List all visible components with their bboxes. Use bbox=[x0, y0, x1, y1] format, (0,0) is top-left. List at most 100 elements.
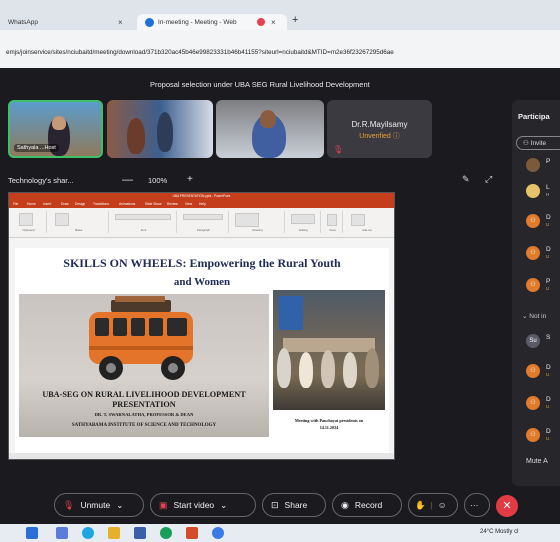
ribbon-group-label: Voice bbox=[329, 228, 336, 232]
store-icon[interactable] bbox=[134, 527, 146, 539]
avatar: Su bbox=[526, 334, 540, 348]
ribbon-group-label: Clipboard bbox=[22, 228, 35, 232]
close-tab-icon[interactable]: × bbox=[271, 18, 276, 27]
participant-status: U bbox=[546, 286, 550, 291]
participant-name: D bbox=[546, 364, 551, 371]
participant-face bbox=[260, 110, 276, 128]
recording-indicator-icon bbox=[257, 18, 265, 26]
share-screen-icon: ⊡ bbox=[271, 499, 279, 510]
video-tile-mayilsamy[interactable]: Dr.R.Mayilsamy Unverified ⓘ 🎙 bbox=[327, 100, 432, 158]
webex-icon[interactable] bbox=[212, 527, 224, 539]
ribbon-group: Voice bbox=[323, 211, 343, 233]
zoom-out-button[interactable]: — bbox=[122, 174, 133, 186]
ppt-menu-item: View bbox=[185, 202, 193, 206]
bus-illustration bbox=[89, 296, 193, 380]
share-button[interactable]: ⊡ Share bbox=[262, 493, 326, 517]
video-tile-host[interactable]: Sathyala ...Host bbox=[8, 100, 103, 158]
participant-name: P bbox=[546, 278, 551, 285]
presenter-name: DR. T. SWARNALATHA, PROFESSOR & DEAN bbox=[94, 412, 194, 417]
unmute-button[interactable]: 🎙 Unmute ⌄ bbox=[54, 493, 144, 517]
addins-icon bbox=[351, 214, 365, 226]
avatar-person-icon: ⚇ bbox=[526, 428, 540, 442]
file-explorer-icon[interactable] bbox=[56, 527, 68, 539]
chrome-icon[interactable] bbox=[160, 527, 172, 539]
divider: | bbox=[430, 500, 433, 510]
ppt-menu-item: Design bbox=[75, 202, 86, 206]
powerpoint-icon[interactable] bbox=[186, 527, 198, 539]
new-tab-button[interactable]: + bbox=[292, 14, 298, 26]
participant-name: P bbox=[546, 158, 551, 165]
font-box bbox=[115, 214, 171, 220]
tab-meeting[interactable]: In-meeting - Meeting - Web × bbox=[137, 14, 287, 30]
participant-row[interactable]: Su S bbox=[526, 332, 560, 350]
participant-row[interactable]: ⚇ D U bbox=[526, 394, 560, 412]
chevron-down-icon[interactable]: ⌄ bbox=[220, 500, 227, 511]
participant-row[interactable]: ⚇ D U bbox=[526, 362, 560, 380]
mute-all-button[interactable]: Mute A bbox=[526, 458, 548, 465]
folder-icon[interactable] bbox=[108, 527, 120, 539]
person-figure bbox=[299, 352, 313, 388]
ppt-menu-item: Help bbox=[199, 202, 206, 206]
ribbon-group: Slides bbox=[49, 211, 109, 233]
raise-hand-icon[interactable]: ✋ bbox=[415, 500, 426, 511]
annotate-icon[interactable]: ✎ bbox=[462, 174, 470, 185]
participant-name: S bbox=[546, 334, 551, 341]
edge-icon[interactable] bbox=[82, 527, 94, 539]
chevron-down-icon[interactable]: ⌄ bbox=[116, 500, 123, 511]
ribbon-group: Add-ins bbox=[345, 211, 389, 233]
participant-row[interactable]: ⚇ D U bbox=[526, 212, 560, 230]
browser-tab-bar: WhatsApp × In-meeting - Meeting - Web × … bbox=[0, 0, 560, 30]
expand-icon[interactable]: ⤢ bbox=[485, 174, 492, 185]
institute-name: SATHYABAMA INSTITUTE OF SCIENCE AND TECH… bbox=[71, 423, 217, 428]
leave-meeting-button[interactable]: ✕ bbox=[496, 495, 518, 517]
banner-image bbox=[279, 296, 303, 330]
ribbon-group-label: Font bbox=[140, 228, 147, 232]
unverified-badge: Unverified ⓘ bbox=[359, 133, 400, 140]
photo-caption-date: 14.11.2024 bbox=[319, 425, 339, 430]
dictate-icon bbox=[327, 214, 337, 226]
avatar-person-icon: ⚇ bbox=[526, 278, 540, 292]
person-figure bbox=[277, 348, 291, 388]
photo-caption: Meeting with Panchayat presidents on bbox=[294, 418, 364, 423]
participant-status: U bbox=[546, 372, 550, 377]
tab-whatsapp[interactable]: WhatsApp × bbox=[0, 14, 135, 30]
zoom-in-button[interactable]: + bbox=[187, 174, 193, 185]
participant-row[interactable]: ⚇ D U bbox=[526, 426, 560, 444]
bus-image: UBA-SEG ON RURAL LIVELIHOOD DEVELOPMENT … bbox=[19, 294, 269, 437]
ribbon-group-label: Drawing bbox=[252, 228, 263, 232]
record-label: Record bbox=[354, 500, 383, 510]
video-off-icon: ▣ bbox=[159, 499, 168, 510]
reactions-group[interactable]: ✋ | ☺ bbox=[408, 493, 458, 517]
close-tab-icon[interactable]: × bbox=[118, 18, 123, 27]
ppt-menu-item: File bbox=[13, 202, 19, 206]
ppt-ribbon: Clipboard Slides Font Paragraph Drawing … bbox=[9, 208, 394, 238]
ppt-menubar: File Home Insert Draw Design Transitions… bbox=[9, 201, 394, 208]
video-tile-participant[interactable] bbox=[216, 100, 324, 158]
muted-mic-icon: 🎙 bbox=[333, 145, 344, 154]
participant-row[interactable]: P bbox=[526, 156, 560, 174]
video-tile-room[interactable] bbox=[107, 100, 213, 158]
meeting-header: Proposal selection under UBA SEG Rural L… bbox=[0, 68, 560, 94]
windows-start-icon[interactable] bbox=[26, 527, 38, 539]
invite-label: Invite bbox=[530, 140, 547, 147]
start-video-button[interactable]: ▣ Start video ⌄ bbox=[150, 493, 256, 517]
participant-row[interactable]: ⚇ P U bbox=[526, 276, 560, 294]
ribbon-group: Font bbox=[111, 211, 177, 233]
participant-status: U bbox=[546, 254, 550, 259]
emoji-icon[interactable]: ☺ bbox=[438, 500, 447, 510]
ribbon-group-label: Slides bbox=[74, 228, 83, 232]
presentation-heading: UBA-SEG ON RURAL LIVELIHOOD DEVELOPMENT bbox=[42, 390, 246, 399]
participants-title: Participa bbox=[518, 112, 550, 121]
slide-title-line2: and Women bbox=[173, 276, 231, 288]
taskbar: 24°C Mostly cl bbox=[0, 524, 560, 542]
invite-button[interactable]: ⚇ Invite bbox=[516, 136, 560, 150]
address-bar[interactable]: emjs/joinservice/sites/nciubaitd/meeting… bbox=[0, 30, 560, 68]
not-in-meeting-section[interactable]: ⌄ Not in bbox=[522, 312, 546, 320]
record-button[interactable]: ◉ Record bbox=[332, 493, 402, 517]
participant-row[interactable]: ⚇ D U bbox=[526, 244, 560, 262]
weather-widget[interactable]: 24°C Mostly cl bbox=[480, 529, 518, 535]
more-options-button[interactable]: ··· bbox=[464, 493, 490, 517]
find-icon bbox=[291, 214, 315, 224]
participant-row[interactable]: L H bbox=[526, 182, 560, 200]
url-text[interactable]: emjs/joinservice/sites/nciubaitd/meeting… bbox=[6, 49, 394, 56]
